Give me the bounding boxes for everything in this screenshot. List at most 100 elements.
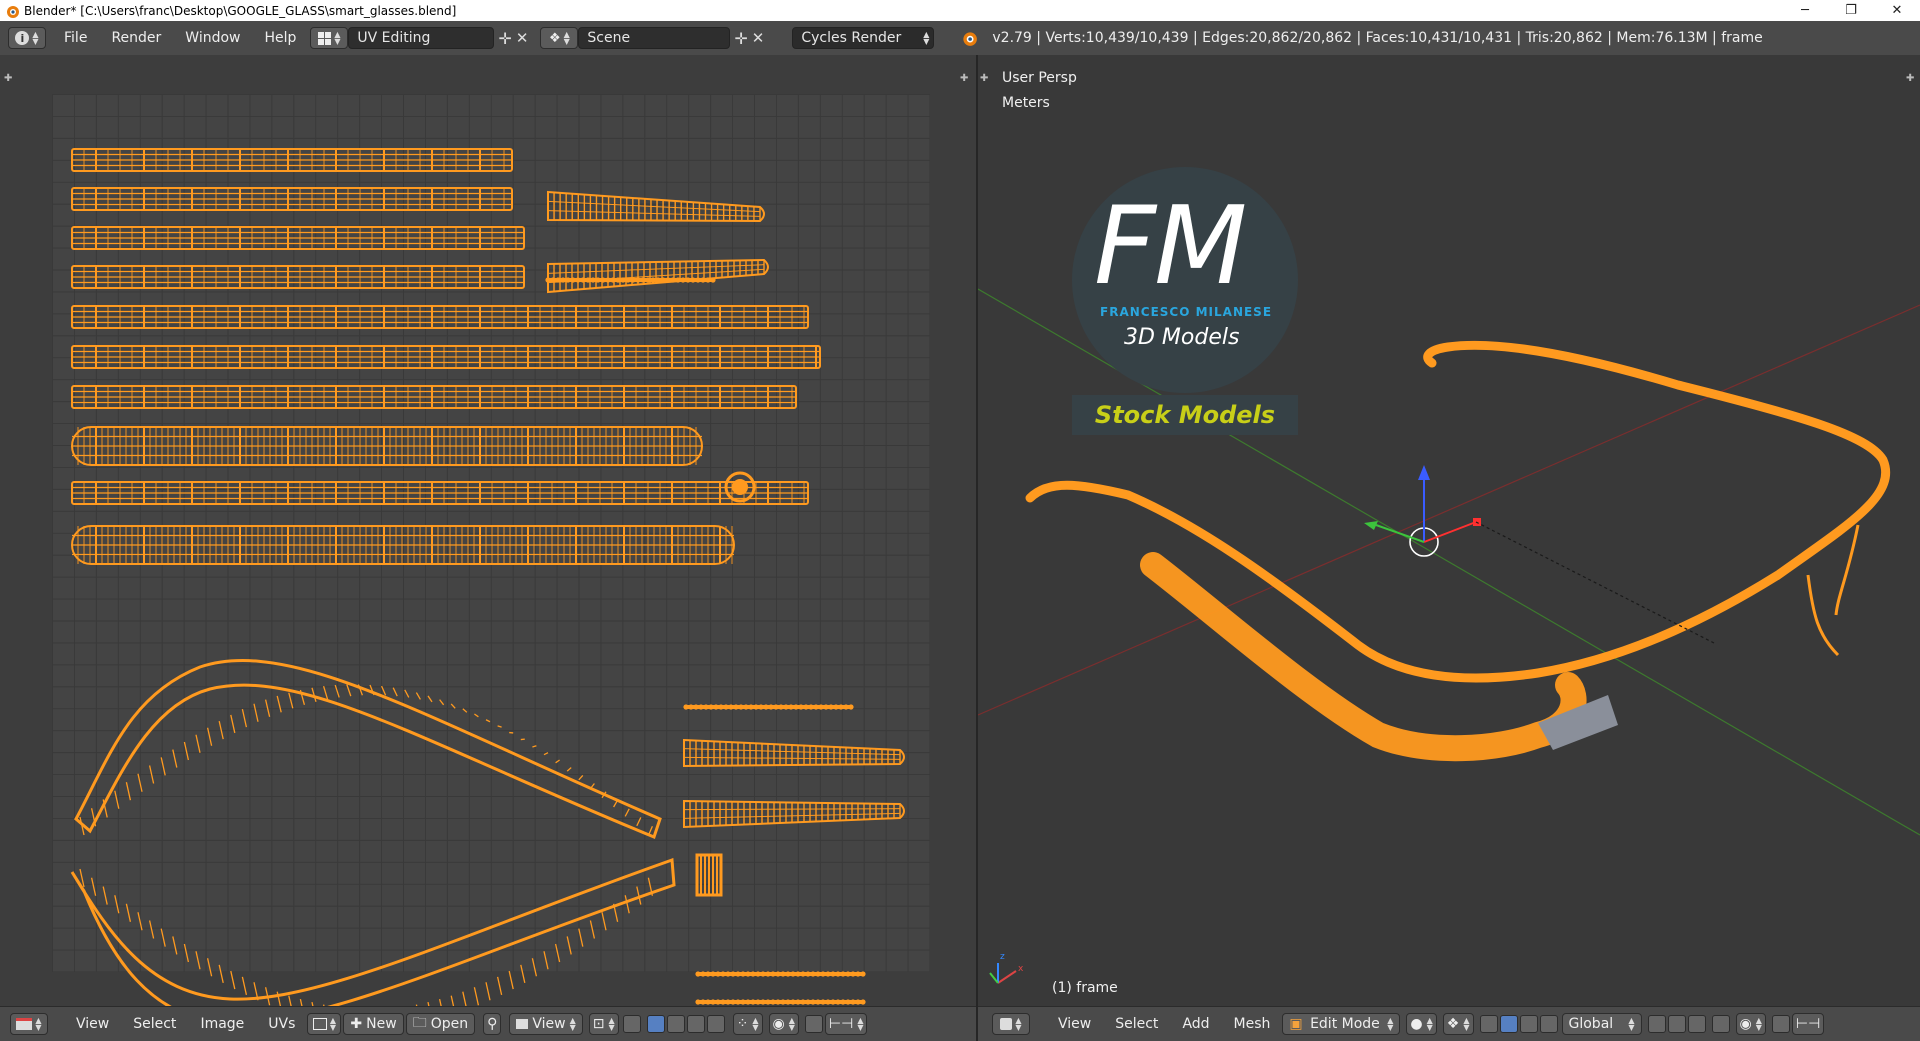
- face-select-mode-button[interactable]: [1687, 1015, 1706, 1033]
- uv-circle-island-center[interactable]: [732, 479, 748, 495]
- uv-edge[interactable]: [624, 895, 630, 914]
- uv-taper-island[interactable]: [683, 799, 905, 829]
- uv-edge[interactable]: [218, 721, 224, 740]
- uv-edge[interactable]: [636, 817, 642, 827]
- uv-edge[interactable]: [392, 687, 398, 697]
- uv-taper-island[interactable]: [547, 190, 765, 223]
- menu-window[interactable]: Window: [173, 30, 252, 46]
- uv-edge[interactable]: [90, 877, 97, 896]
- uv-edge[interactable]: [172, 749, 178, 768]
- uv-edge[interactable]: [439, 699, 445, 706]
- interaction-mode-select[interactable]: ▣ Edit Mode ▲ ▼: [1282, 1013, 1401, 1035]
- uv-edge[interactable]: [288, 692, 294, 709]
- glasses-temple-mesh[interactable]: [1140, 552, 1587, 762]
- uv-edge[interactable]: [195, 951, 201, 970]
- uv-edge[interactable]: [543, 951, 549, 970]
- screen-layout-field[interactable]: UV Editing: [348, 27, 495, 49]
- new-image-button[interactable]: ✚ New: [343, 1013, 404, 1035]
- uv-edge[interactable]: [381, 685, 387, 696]
- uv-strip-island[interactable]: [71, 481, 809, 505]
- limit-selection-toggle[interactable]: [1711, 1015, 1730, 1033]
- nose-pad-wire[interactable]: [1834, 524, 1860, 616]
- uv-edge[interactable]: [125, 903, 132, 922]
- uv-edge[interactable]: [566, 767, 572, 772]
- uv-edge[interactable]: [183, 943, 190, 963]
- manipulator-toggle[interactable]: [1479, 1015, 1498, 1033]
- uv-strip-island[interactable]: [71, 385, 797, 409]
- uv-image-editor[interactable]: ✚ ✚: [0, 55, 976, 1006]
- uv-edge[interactable]: [137, 773, 143, 792]
- pin-image-button[interactable]: ⚲: [483, 1013, 502, 1035]
- uv-edge[interactable]: [346, 684, 352, 697]
- uv-edge[interactable]: [485, 982, 491, 1001]
- menu-help[interactable]: Help: [252, 30, 308, 46]
- uv-thin-island[interactable]: [695, 971, 866, 977]
- uv-thin-island[interactable]: [683, 704, 854, 710]
- sync-selection-toggle[interactable]: [622, 1015, 641, 1033]
- add-scene-icon[interactable]: ✛: [734, 29, 747, 48]
- manipulator-y-axis[interactable]: [1375, 524, 1425, 543]
- uv-edge[interactable]: [554, 943, 561, 963]
- vp-menu-mesh[interactable]: Mesh: [1222, 1016, 1283, 1032]
- uv-edge[interactable]: [102, 886, 108, 905]
- uv-edge[interactable]: [206, 727, 213, 746]
- remove-screen-icon[interactable]: ✕: [516, 29, 529, 47]
- uv-strip-island[interactable]: [71, 187, 513, 211]
- uv-edge[interactable]: [508, 970, 514, 990]
- uv-edge[interactable]: [288, 995, 293, 1006]
- uv-strip-island[interactable]: [71, 525, 735, 565]
- uv-strip-island[interactable]: [71, 345, 821, 369]
- uv-edge[interactable]: [148, 765, 155, 784]
- uv-edge[interactable]: [125, 782, 132, 801]
- uv-edge[interactable]: [148, 920, 155, 939]
- uv-edge[interactable]: [241, 708, 248, 728]
- uv-thin-island[interactable]: [695, 999, 866, 1005]
- uv-taper-island[interactable]: [683, 738, 905, 768]
- uv-edge[interactable]: [253, 703, 259, 722]
- uv-edge[interactable]: [206, 958, 213, 977]
- uv-edge[interactable]: [462, 991, 467, 1006]
- uv-menu-uvs[interactable]: UVs: [256, 1016, 307, 1032]
- vp-menu-add[interactable]: Add: [1170, 1016, 1221, 1032]
- open-image-button[interactable]: 🗀 Open: [405, 1013, 476, 1035]
- uv-curved-temple-island[interactable]: [74, 659, 662, 839]
- vertex-select-mode-button[interactable]: [1647, 1015, 1666, 1033]
- uv-edge[interactable]: [276, 695, 282, 713]
- screen-layout-browse-button[interactable]: ▲ ▼: [310, 27, 349, 49]
- viewport-shading-select[interactable]: ● ▲ ▼: [1406, 1013, 1437, 1035]
- uv-edge[interactable]: [160, 757, 166, 776]
- uv-strip-island[interactable]: [71, 305, 809, 329]
- pivot-point-select[interactable]: ❖ ▲ ▼: [1442, 1013, 1474, 1035]
- proportional-edit-select[interactable]: ◉ ▲ ▼: [1735, 1013, 1766, 1035]
- vertex-select-mode-button[interactable]: [646, 1015, 665, 1033]
- maximize-button[interactable]: ❐: [1828, 3, 1874, 18]
- close-button[interactable]: ✕: [1874, 3, 1920, 18]
- uv-edge[interactable]: [473, 987, 480, 1006]
- transform-orientation-select[interactable]: Global ▲ ▼: [1561, 1013, 1642, 1035]
- manipulator-x-axis[interactable]: [1423, 521, 1477, 543]
- uv-edge[interactable]: [334, 684, 340, 698]
- uv-menu-image[interactable]: Image: [188, 1016, 256, 1032]
- uv-edge[interactable]: [450, 703, 456, 709]
- uv-thin-island[interactable]: [545, 277, 716, 283]
- editor-type-button[interactable]: ▲ ▼: [10, 1013, 48, 1035]
- uv-strip-island[interactable]: [71, 265, 525, 289]
- uv-edge[interactable]: [624, 808, 630, 817]
- uv-edge[interactable]: [485, 719, 491, 723]
- scene-field[interactable]: Scene: [578, 27, 731, 49]
- uv-edge[interactable]: [555, 759, 560, 764]
- uv-edge[interactable]: [218, 964, 224, 983]
- add-screen-icon[interactable]: ✛: [498, 29, 511, 48]
- editor-type-info-button[interactable]: i ▲ ▼: [8, 27, 46, 49]
- uv-edge[interactable]: [578, 774, 584, 781]
- rotate-manipulator-button[interactable]: [1519, 1015, 1538, 1033]
- uv-strip-island[interactable]: [71, 148, 513, 172]
- scale-manipulator-button[interactable]: [1539, 1015, 1558, 1033]
- 3d-viewport[interactable]: ✚ ✚ User Persp Meters FM FRANCESCO MILAN…: [978, 55, 1920, 1006]
- uv-edge[interactable]: [462, 708, 468, 713]
- proportional-edit-select[interactable]: ◉ ▲ ▼: [768, 1013, 799, 1035]
- uv-edge[interactable]: [532, 745, 537, 748]
- uv-edge[interactable]: [160, 928, 166, 947]
- view-mode-select[interactable]: View ▲ ▼: [509, 1013, 583, 1035]
- scene-browse-button[interactable]: ❖ ▲ ▼: [540, 27, 579, 49]
